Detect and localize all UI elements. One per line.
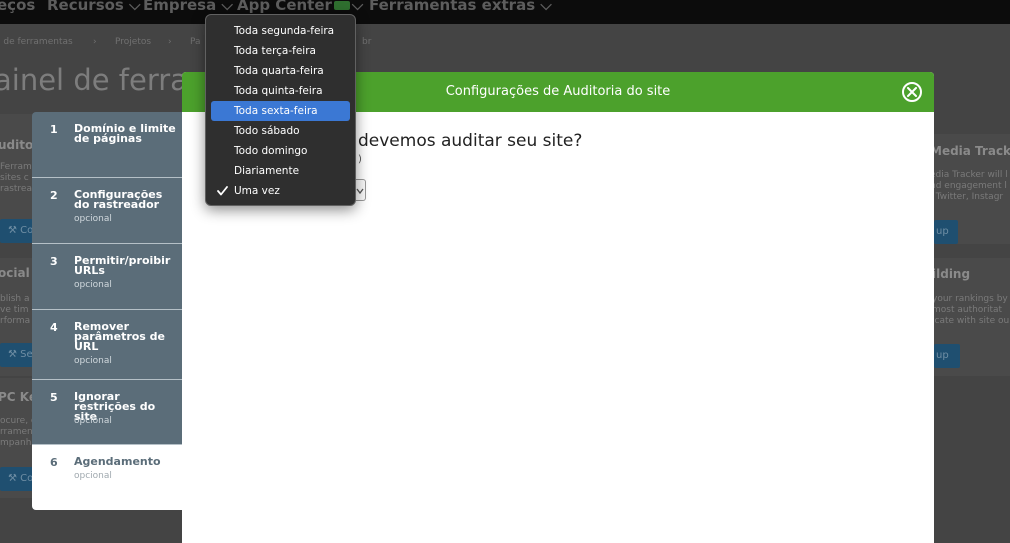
step-number: 3 — [50, 255, 58, 268]
tool-card-text: blish a — [0, 294, 30, 304]
breadcrumb-separator-icon: › — [168, 37, 172, 47]
tool-card-title: ilding — [934, 267, 971, 281]
wizard-step-url-params[interactable]: 4 Remover parâmetros de URL opcional — [32, 310, 182, 380]
nav-item-empresa[interactable]: Empresa ⌵ — [143, 0, 233, 14]
wizard-step-domain[interactable]: 1 Domínio e limite de páginas — [32, 112, 182, 178]
tool-card-text: your rankings by — [934, 294, 1008, 304]
chevron-down-icon: ⌵ — [351, 0, 364, 14]
chevron-down-icon: ⌵ — [129, 0, 141, 14]
schedule-option-label: Uma vez — [234, 185, 280, 197]
breadcrumb-item[interactable]: Projetos — [115, 37, 151, 47]
step-number: 2 — [50, 189, 58, 202]
step-optional-label: opcional — [74, 471, 112, 481]
tool-card-button[interactable]: ⚒ Con — [0, 467, 33, 491]
step-optional-label: opcional — [74, 356, 112, 366]
tool-card-text: icate with site ou — [934, 316, 1010, 326]
close-button[interactable] — [902, 82, 922, 102]
step-optional-label: opcional — [74, 416, 112, 426]
tool-card-text: rastreab — [0, 184, 33, 194]
schedule-option-daily[interactable]: Diariamente — [211, 161, 350, 181]
top-navigation: eços Recursos ⌵ Empresa ⌵ App Center ⌵ Fe… — [0, 0, 1010, 24]
tool-card-text: edia Tracker will l — [934, 170, 1008, 180]
tool-card-text: rforma — [0, 316, 31, 326]
schedule-option-monday[interactable]: Toda segunda-feira — [211, 21, 350, 41]
tool-card-title: PC Ke — [0, 390, 33, 404]
schedule-option-wednesday[interactable]: Toda quarta-feira — [211, 61, 350, 81]
close-icon — [907, 87, 917, 97]
checkmark-icon — [217, 186, 228, 196]
wrench-icon: ⚒ — [8, 225, 17, 236]
breadcrumb-separator-icon: › — [93, 37, 97, 47]
chevron-down-icon: ⌵ — [540, 0, 552, 14]
step-number: 4 — [50, 321, 58, 334]
schedule-question: devemos auditar seu site? — [358, 131, 583, 151]
new-badge — [333, 1, 350, 10]
tool-card-button[interactable]: up — [934, 344, 960, 368]
tool-card-button[interactable]: up — [934, 220, 958, 244]
schedule-dropdown-menu: Toda segunda-feira Toda terça-feira Toda… — [205, 14, 356, 206]
tool-card-text: sites c — [0, 173, 29, 183]
wizard-step-crawler[interactable]: 2 Configurações do rastreador opcional — [32, 178, 182, 244]
breadcrumb-item[interactable]: br — [362, 37, 371, 47]
nav-item-recursos[interactable]: Recursos ⌵ — [47, 0, 140, 14]
wrench-icon: ⚒ — [8, 349, 17, 360]
tool-card-text: nd engagement l — [934, 181, 1007, 191]
step-label: Domínio e limite de páginas — [74, 122, 176, 145]
breadcrumb-item[interactable]: Pa — [190, 37, 201, 47]
tool-card-text: ve tim — [0, 305, 29, 315]
tool-card-text: , Twitter, Instagr — [934, 192, 1004, 202]
step-optional-label: opcional — [74, 214, 112, 224]
schedule-option-friday[interactable]: Toda sexta-feira — [211, 101, 350, 121]
wrench-icon: ⚒ — [8, 473, 17, 484]
wizard-step-schedule[interactable]: 6 Agendamento opcional — [32, 445, 182, 510]
tool-card-text: mpanh — [0, 438, 32, 448]
tool-card-text: most authoritat — [934, 305, 1003, 315]
schedule-option-sunday[interactable]: Todo domingo — [211, 141, 350, 161]
tool-card-text: ocure, c — [0, 416, 33, 426]
tool-card-title: Media Tracker — [934, 144, 1010, 158]
step-number: 6 — [50, 456, 58, 469]
wizard-step-site-restrictions[interactable]: 5 Ignorar restrições do site opcional — [32, 380, 182, 445]
tool-card-text: Ferram — [0, 162, 32, 172]
schedule-option-once[interactable]: Uma vez — [211, 181, 350, 201]
schedule-option-tuesday[interactable]: Toda terça-feira — [211, 41, 350, 61]
schedule-option-saturday[interactable]: Todo sábado — [211, 121, 350, 141]
tool-card-text: rramen — [0, 427, 33, 437]
chevron-down-icon — [356, 188, 364, 195]
wizard-steps-sidebar: 1 Domínio e limite de páginas 2 Configur… — [32, 112, 182, 510]
step-number: 1 — [50, 123, 58, 136]
wizard-step-urls[interactable]: 3 Permitir/proibir URLs opcional — [32, 244, 182, 310]
schedule-option-thursday[interactable]: Toda quinta-feira — [211, 81, 350, 101]
step-label: Configurações do rastreador — [74, 188, 163, 211]
step-label: Agendamento — [74, 455, 161, 468]
nav-item-app-center[interactable]: App Center ⌵ — [237, 0, 363, 14]
step-label: Permitir/proibir URLs — [74, 254, 171, 277]
nav-item-precos[interactable]: eços — [0, 0, 35, 14]
tool-card-title: ocial M — [0, 266, 33, 280]
step-optional-label: opcional — [74, 280, 112, 290]
tool-card-button[interactable]: ⚒ Con — [0, 219, 33, 243]
step-number: 5 — [50, 391, 58, 404]
tool-card-title: uditor — [0, 138, 33, 152]
nav-item-ferramentas-extras[interactable]: Ferramentas extras ⌵ — [369, 0, 552, 14]
tool-card-button[interactable]: ⚒ Set — [0, 343, 33, 367]
chevron-down-icon: ⌵ — [221, 0, 233, 14]
breadcrumb-item[interactable]: l de ferramentas — [0, 37, 73, 47]
step-label: Remover parâmetros de URL — [74, 320, 166, 353]
question-hint: ) — [358, 154, 362, 165]
